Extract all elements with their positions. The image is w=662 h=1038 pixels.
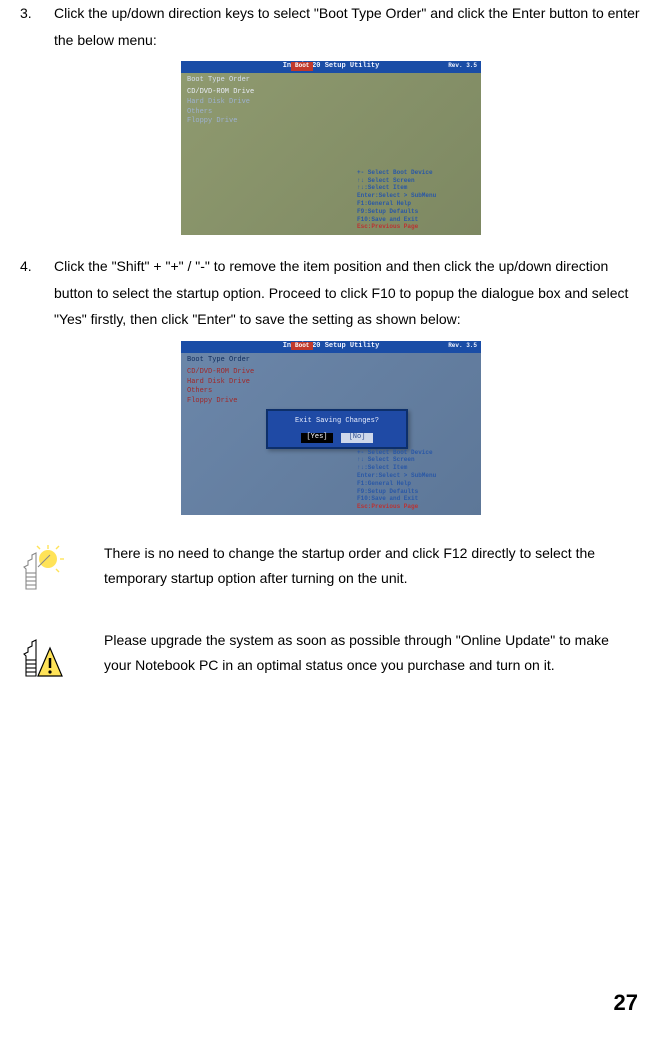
- tip-callout: There is no need to change the startup o…: [20, 541, 642, 602]
- dialog-no: [No]: [341, 433, 373, 443]
- bios-rev: Rev. 3.5: [448, 62, 477, 70]
- warning-icon: [20, 628, 76, 689]
- bios-item: Hard Disk Drive: [187, 98, 475, 108]
- bios-item: Hard Disk Drive: [187, 378, 475, 388]
- step-number: 4.: [20, 253, 44, 333]
- bios-item: CD/DVD-ROM Drive: [187, 368, 475, 378]
- bios-dialog: Exit Saving Changes? [Yes] [No]: [266, 409, 408, 449]
- lightbulb-icon: [20, 541, 76, 602]
- dialog-msg: Exit Saving Changes?: [272, 417, 402, 427]
- bios-heading: Boot Type Order: [181, 353, 481, 368]
- page-number: 27: [614, 982, 638, 1024]
- tip-text: There is no need to change the startup o…: [76, 541, 642, 591]
- step-text: Click the "Shift" + "+" / "-" to remove …: [44, 253, 642, 333]
- step-4: 4. Click the "Shift" + "+" / "-" to remo…: [20, 253, 642, 333]
- bios-tab: Boot: [291, 62, 313, 70]
- bios-tab: Boot: [291, 342, 313, 350]
- bios-item: CD/DVD-ROM Drive: [187, 88, 475, 98]
- bios-list: CD/DVD-ROM Drive Hard Disk Drive Others …: [181, 88, 481, 127]
- bios-list: CD/DVD-ROM Drive Hard Disk Drive Others …: [181, 368, 481, 407]
- bios-heading: Boot Type Order: [181, 73, 481, 88]
- warning-callout: Please upgrade the system as soon as pos…: [20, 628, 642, 689]
- step-text: Click the up/down direction keys to sele…: [44, 0, 642, 53]
- bios-rev: Rev. 3.5: [448, 342, 477, 350]
- bios-screenshot-2: InsydeH20 Setup Utility Boot Rev. 3.5 Bo…: [181, 341, 481, 515]
- step-number: 3.: [20, 0, 44, 53]
- bios-item: Others: [187, 387, 475, 397]
- warning-text: Please upgrade the system as soon as pos…: [76, 628, 642, 678]
- bios-help: +- Select Boot Device ↑↓ Select Screen ↑…: [357, 169, 477, 231]
- bios-screenshot-1: InsydeH20 Setup Utility Boot Rev. 3.5 Bo…: [181, 61, 481, 235]
- step-3: 3. Click the up/down direction keys to s…: [20, 0, 642, 53]
- dialog-yes: [Yes]: [301, 433, 333, 443]
- bios-item: Others: [187, 108, 475, 118]
- bios-help: +- Select Boot Device ↑↓ Select Screen ↑…: [357, 449, 477, 511]
- bios-item: Floppy Drive: [187, 117, 475, 127]
- bios-item: Floppy Drive: [187, 397, 475, 407]
